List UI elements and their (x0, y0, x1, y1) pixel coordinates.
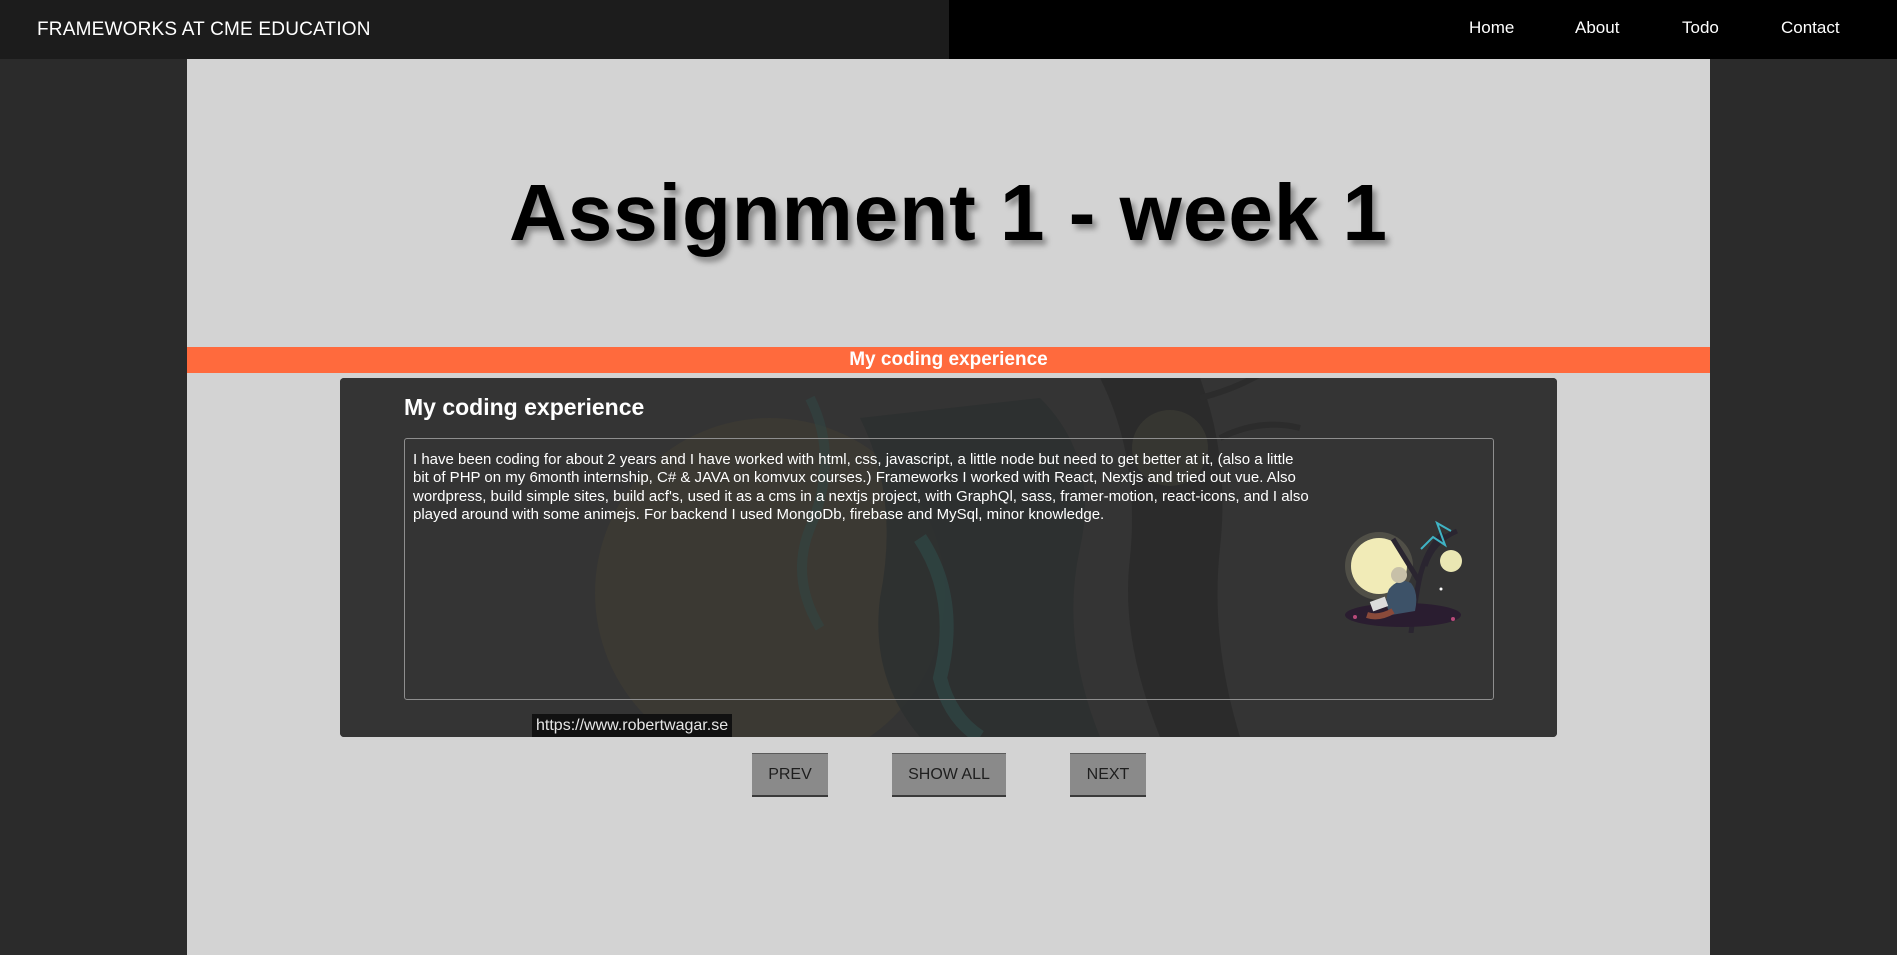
nav-link-contact[interactable]: Contact (1781, 18, 1840, 38)
moon-illustration-image (1345, 520, 1462, 633)
experience-textbox[interactable]: I have been coding for about 2 years and… (404, 438, 1494, 700)
main-content: Assignment 1 - week 1 My coding experien… (187, 59, 1710, 955)
top-navbar: FRAMEWORKS AT CME EDUCATION Home About T… (0, 0, 1897, 59)
main-nav: Home About Todo Contact (949, 0, 1897, 59)
next-button[interactable]: NEXT (1070, 753, 1146, 797)
prev-button[interactable]: PREV (752, 753, 828, 797)
card-title: My coding experience (404, 394, 645, 420)
site-brand[interactable]: FRAMEWORKS AT CME EDUCATION (37, 19, 371, 41)
nav-link-home[interactable]: Home (1469, 18, 1514, 38)
website-url[interactable]: https://www.robertwagar.se (532, 714, 733, 737)
show-all-button[interactable]: SHOW ALL (892, 753, 1006, 797)
brand-area: FRAMEWORKS AT CME EDUCATION (0, 0, 949, 59)
experience-card: My coding experience I have been coding … (340, 378, 1557, 737)
experience-text: I have been coding for about 2 years and… (413, 451, 1309, 524)
nav-link-todo[interactable]: Todo (1682, 18, 1719, 38)
page-title: Assignment 1 - week 1 (508, 168, 1389, 257)
nav-link-about[interactable]: About (1575, 18, 1619, 38)
section-banner: My coding experience (187, 347, 1710, 373)
